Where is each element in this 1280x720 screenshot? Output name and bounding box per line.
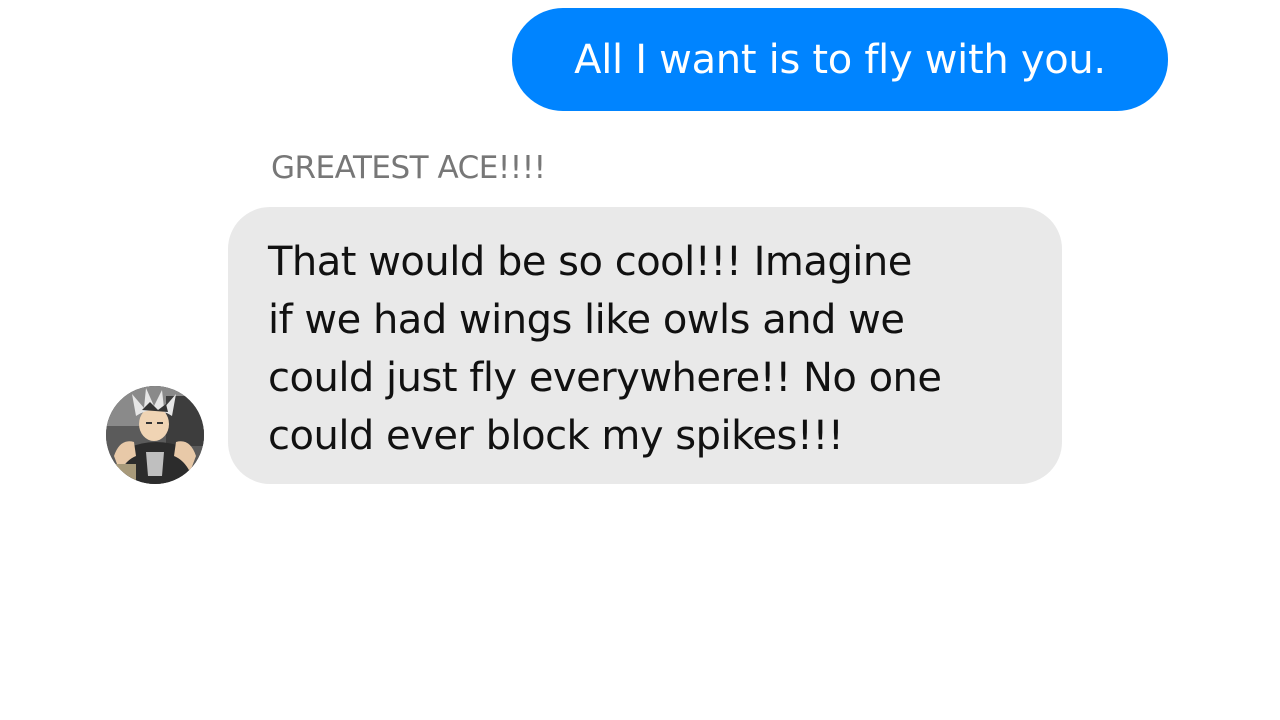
sender-name: GREATEST ACE!!!! <box>271 150 546 186</box>
outgoing-message-text: All I want is to fly with you. <box>574 36 1106 83</box>
outgoing-message-bubble[interactable]: All I want is to fly with you. <box>512 8 1168 111</box>
incoming-message-bubble[interactable]: That would be so cool!!! Imagine if we h… <box>228 207 1062 484</box>
incoming-message-line: could ever block my spikes!!! <box>268 413 844 459</box>
user-avatar-icon <box>106 386 204 484</box>
incoming-message-line: That would be so cool!!! Imagine <box>268 239 912 285</box>
incoming-message-line: could just fly everywhere!! No one <box>268 355 942 401</box>
sender-avatar[interactable] <box>106 386 204 484</box>
incoming-message-line: if we had wings like owls and we <box>268 297 905 343</box>
chat-thread: All I want is to fly with you. GREATEST … <box>0 0 1280 720</box>
